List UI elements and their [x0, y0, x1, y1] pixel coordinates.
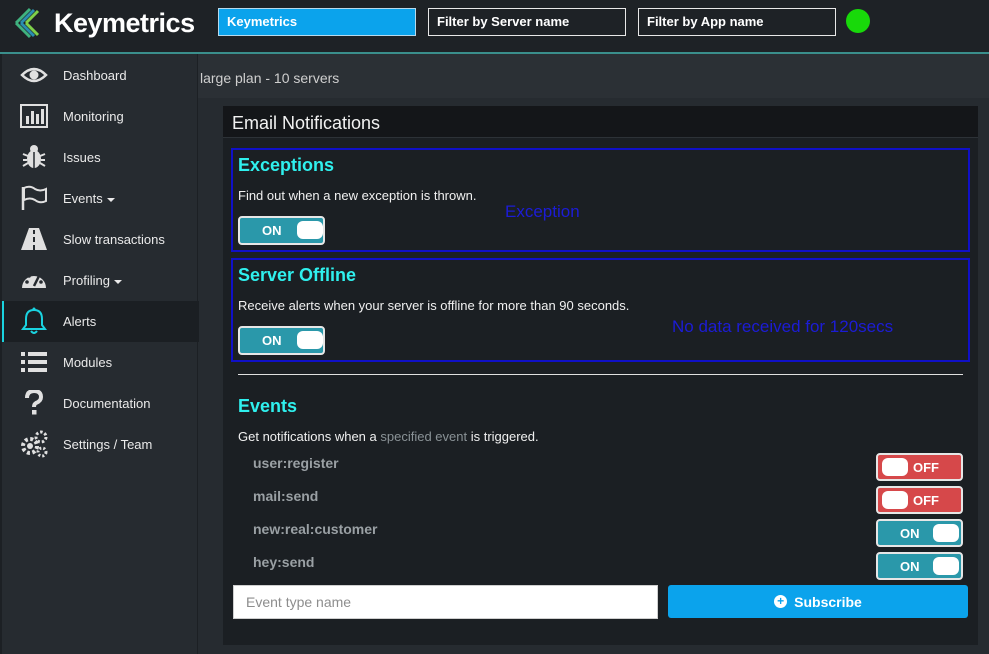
- sidebar-item-modules[interactable]: Modules: [2, 342, 199, 383]
- sidebar-item-dashboard[interactable]: Dashboard: [2, 55, 199, 96]
- sidebar-item-profiling[interactable]: Profiling: [2, 260, 199, 301]
- list-icon: [18, 348, 50, 376]
- specified-event-link[interactable]: specified event: [380, 429, 467, 444]
- events-description: Get notifications when a specified event…: [238, 429, 539, 444]
- bell-icon: [18, 307, 50, 335]
- chevron-down-icon: [106, 197, 115, 202]
- sidebar-item-slow-transactions[interactable]: Slow transactions: [2, 219, 199, 260]
- filter-server-name[interactable]: Filter by Server name: [428, 8, 626, 36]
- chevron-down-icon: [113, 279, 122, 284]
- event-type-input[interactable]: [233, 585, 658, 619]
- toggle-knob: [933, 557, 959, 575]
- server-offline-description: Receive alerts when your server is offli…: [238, 298, 630, 313]
- plan-info: large plan - 10 servers: [200, 70, 340, 86]
- plan-bar: large plan - 10 servers: [198, 54, 989, 98]
- sidebar: Dashboard Monitoring Issues Events Slow …: [0, 54, 199, 654]
- toggle-knob: [297, 331, 323, 349]
- server-offline-title: Server Offline: [238, 265, 357, 285]
- bug-icon: [18, 143, 50, 171]
- logo-text: Keymetrics: [54, 7, 195, 38]
- sidebar-item-label: Events: [63, 191, 115, 206]
- server-offline-toggle[interactable]: ON: [238, 326, 325, 355]
- sidebar-item-label: Documentation: [63, 396, 151, 411]
- sidebar-item-label: Monitoring: [63, 109, 124, 124]
- chart-icon: [18, 102, 50, 130]
- eye-icon: [18, 61, 50, 89]
- filter-app-name[interactable]: Filter by App name: [638, 8, 836, 36]
- sidebar-item-label: Slow transactions: [63, 232, 165, 247]
- event-toggle-user-register[interactable]: OFF: [876, 453, 963, 481]
- event-name: mail:send: [253, 488, 319, 504]
- sidebar-item-label: Profiling: [63, 273, 122, 288]
- question-icon: [18, 389, 50, 417]
- sidebar-item-documentation[interactable]: Documentation: [2, 383, 199, 424]
- sidebar-item-label: Dashboard: [63, 68, 127, 83]
- plus-circle-icon: +: [774, 595, 788, 608]
- toggle-knob: [882, 491, 908, 509]
- toggle-knob: [297, 221, 323, 239]
- sidebar-item-issues[interactable]: Issues: [2, 137, 199, 178]
- event-name: new:real:customer: [253, 521, 378, 537]
- dashboard-gauge-icon: [18, 266, 50, 294]
- exceptions-annotation: Exception: [505, 202, 580, 221]
- subscribe-button[interactable]: + Subscribe: [668, 585, 968, 618]
- sidebar-item-events[interactable]: Events: [2, 178, 199, 219]
- sidebar-item-settings-team[interactable]: Settings / Team: [2, 424, 199, 465]
- top-bar: Keymetrics Keymetrics Filter by Server n…: [0, 0, 989, 52]
- connection-status-indicator: [846, 9, 870, 33]
- app-selector[interactable]: Keymetrics: [218, 8, 416, 36]
- event-toggle-new-real-customer[interactable]: ON: [876, 519, 963, 547]
- sidebar-item-alerts[interactable]: Alerts: [2, 301, 199, 342]
- keymetrics-logo-icon: [14, 7, 40, 39]
- sidebar-item-label: Settings / Team: [63, 437, 153, 452]
- event-toggle-mail-send[interactable]: OFF: [876, 486, 963, 514]
- event-name: user:register: [253, 455, 339, 471]
- panel-header: Email Notifications: [223, 106, 978, 138]
- logo[interactable]: Keymetrics: [12, 2, 195, 44]
- toggle-knob: [882, 458, 908, 476]
- toggle-knob: [933, 524, 959, 542]
- section-divider: [238, 374, 963, 375]
- panel-title: Email Notifications: [232, 113, 381, 133]
- gears-icon: [18, 430, 50, 458]
- exceptions-title: Exceptions: [238, 155, 335, 175]
- sidebar-item-label: Alerts: [63, 314, 97, 329]
- event-toggle-hey-send[interactable]: ON: [876, 552, 963, 580]
- exceptions-toggle[interactable]: ON: [238, 216, 325, 245]
- flag-icon: [18, 184, 50, 212]
- exceptions-description: Find out when a new exception is thrown.: [238, 188, 477, 203]
- sidebar-item-label: Issues: [63, 150, 101, 165]
- sidebar-item-monitoring[interactable]: Monitoring: [2, 96, 199, 137]
- event-name: hey:send: [253, 554, 315, 570]
- events-title: Events: [238, 396, 298, 416]
- road-icon: [18, 225, 50, 253]
- sidebar-item-label: Modules: [63, 355, 113, 370]
- server-offline-annotation: No data received for 120secs: [672, 317, 894, 336]
